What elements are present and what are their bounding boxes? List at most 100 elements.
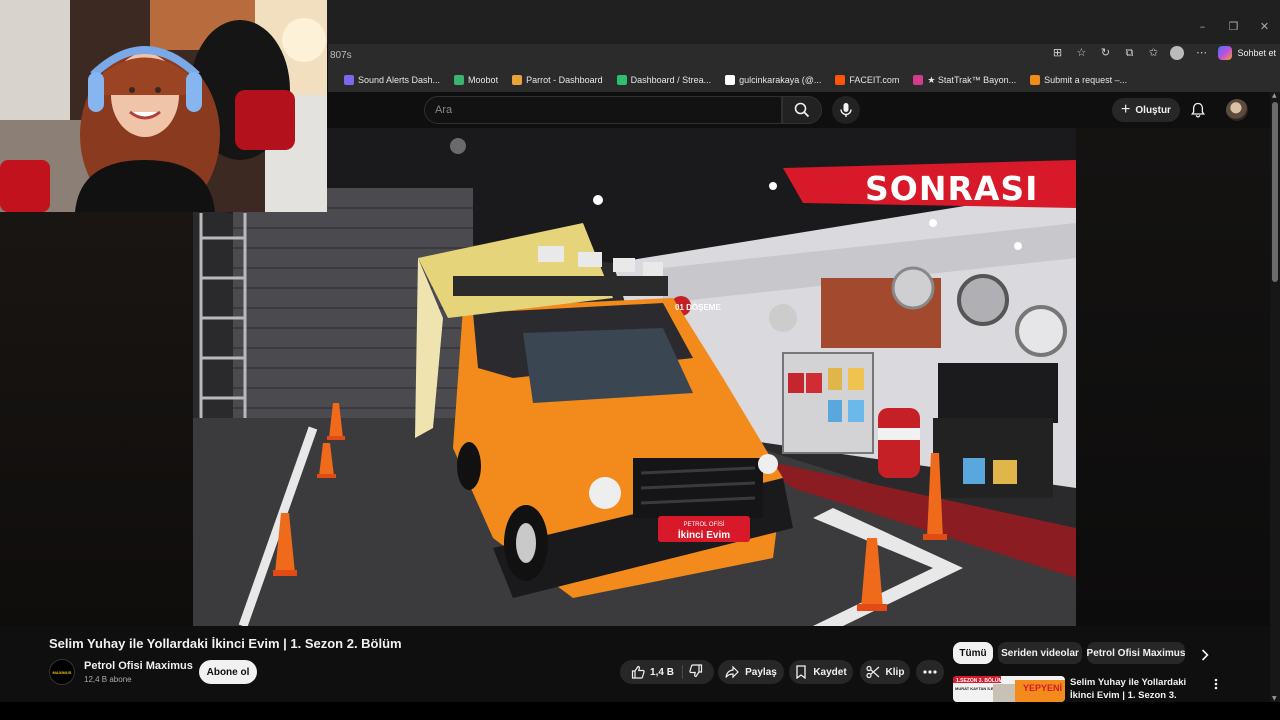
restore-button[interactable]: ❐ xyxy=(1218,20,1249,33)
screen: – ❐ ✕ 807s ⊞ ☆ ↻ ⧉ ✩ ⋯ Sohbet et Sound A… xyxy=(0,0,1280,720)
channel-name[interactable]: Petrol Ofisi Maximus xyxy=(84,660,193,672)
bookmark-label: ★ StatTrak™ Bayon... xyxy=(927,74,1017,85)
address-bar: 807s ⊞ ☆ ↻ ⧉ ✩ ⋯ Sohbet et xyxy=(328,44,1280,68)
like-count: 1,4 B xyxy=(650,666,674,678)
scrollbar-thumb[interactable] xyxy=(1272,102,1278,282)
copilot-button[interactable]: Sohbet et xyxy=(1218,46,1276,60)
create-button[interactable]: + Oluştur xyxy=(1112,98,1180,122)
chevron-right-icon xyxy=(1201,649,1209,661)
thumb-big-text: YEPYENİ xyxy=(1023,683,1062,693)
more-actions-button[interactable] xyxy=(916,660,944,684)
bookmark-favicon xyxy=(512,75,523,85)
share-label: Paylaş xyxy=(745,666,777,678)
share-button[interactable]: Paylaş xyxy=(718,660,784,684)
bookmark-moobot[interactable]: Moobot xyxy=(454,75,498,85)
bookmark-parrot[interactable]: Parrot - Dashboard xyxy=(512,75,603,85)
bookmark-favicon xyxy=(616,75,627,85)
chip-series-videos[interactable]: Seriden videolar xyxy=(998,642,1082,664)
bell-icon xyxy=(1191,102,1205,118)
copilot-icon xyxy=(1218,46,1233,60)
bookmark-favicon xyxy=(454,75,465,85)
plate-text: İkinci Evim xyxy=(678,528,730,541)
more-menu-icon[interactable]: ⋯ xyxy=(1194,46,1208,60)
dislike-button[interactable] xyxy=(689,663,703,681)
url-text[interactable]: 807s xyxy=(330,50,352,61)
subscriber-count: 12,4 B abone xyxy=(84,675,132,684)
thumbs-up-icon xyxy=(631,665,645,679)
bottom-letterbox xyxy=(0,702,1280,720)
chip-channel[interactable]: Petrol Ofisi Maximus xyxy=(1087,642,1185,664)
browser-profile-avatar[interactable] xyxy=(1170,46,1185,60)
chip-all[interactable]: Tümü xyxy=(953,642,993,664)
bookmark-favicon xyxy=(344,75,354,85)
like-button[interactable]: 1,4 B xyxy=(631,665,683,679)
bookmark-favicon xyxy=(835,75,846,85)
clip-label: Klip xyxy=(885,666,905,678)
chips-next-button[interactable] xyxy=(1198,646,1212,664)
like-dislike-group: 1,4 B xyxy=(620,660,714,684)
save-button[interactable]: Kaydet xyxy=(789,660,853,684)
bookmark-favicon xyxy=(725,75,736,85)
split-screen-icon[interactable]: ⊞ xyxy=(1050,46,1064,60)
player-ambient-right xyxy=(1076,128,1270,626)
plate-small-text: PETROL OFİSİ xyxy=(683,521,724,528)
channel-avatar-text: MAXIMUS xyxy=(52,669,72,675)
video-title: Selim Yuhay ile Yollardaki İkinci Evim |… xyxy=(49,636,402,651)
search-button[interactable] xyxy=(782,96,822,124)
favorites-icon[interactable]: ✩ xyxy=(1146,46,1160,60)
bookmark-label: FACEIT.com xyxy=(849,75,900,85)
bookmark-label: Moobot xyxy=(468,75,499,85)
webcam-feed xyxy=(0,0,327,212)
channel-avatar[interactable]: MAXIMUS xyxy=(49,659,75,685)
bookmark-submit-request[interactable]: Submit a request –... xyxy=(1030,75,1127,85)
search-input[interactable]: Ara xyxy=(424,96,782,124)
scroll-down-arrow-icon[interactable]: ▼ xyxy=(1272,695,1277,702)
thumb-badge-text: 1.SEZON 3. BÖLÜM xyxy=(956,677,1003,684)
thumbs-down-icon xyxy=(689,663,703,677)
clip-button[interactable]: Klip xyxy=(860,660,910,684)
close-button[interactable]: ✕ xyxy=(1249,20,1280,33)
favorite-star-icon[interactable]: ☆ xyxy=(1074,46,1088,60)
shop-sign-text: 01 DÖŞEME xyxy=(675,303,721,312)
recommendation-thumbnail[interactable]: 1.SEZON 3. BÖLÜM MURAT KAYTAN İLE ADETA … xyxy=(953,676,1065,702)
bookmark-dashboard-stream[interactable]: Dashboard / Strea... xyxy=(616,75,712,85)
minimize-button[interactable]: – xyxy=(1187,20,1218,33)
more-horizontal-icon xyxy=(923,670,937,674)
bookmark-label: Parrot - Dashboard xyxy=(526,75,603,85)
bookmark-label: Sound Alerts Dash... xyxy=(358,75,441,85)
bookmark-favicon xyxy=(1030,75,1041,85)
bookmark-tiktok[interactable]: gulcinkarakaya (@... xyxy=(725,75,821,85)
bookmark-icon xyxy=(796,665,806,679)
subscribe-button[interactable]: Abone ol xyxy=(199,660,257,684)
bookmark-label: Submit a request –... xyxy=(1044,75,1128,85)
more-vertical-icon xyxy=(1214,678,1218,690)
address-bar-icons: ⊞ ☆ ↻ ⧉ ✩ ⋯ Sohbet et xyxy=(1050,46,1276,60)
bookmark-label: Dashboard / Strea... xyxy=(630,75,712,85)
microphone-icon xyxy=(840,103,852,117)
bookmark-favicon xyxy=(913,75,924,85)
search-placeholder: Ara xyxy=(435,104,453,116)
page-scrollbar[interactable]: ▲ ▼ xyxy=(1270,92,1280,702)
bookmark-faceit[interactable]: FACEIT.com xyxy=(835,75,899,85)
plus-icon: + xyxy=(1121,101,1131,118)
bookmark-sound-alerts[interactable]: Sound Alerts Dash... xyxy=(344,75,440,85)
extensions-icon[interactable]: ⧉ xyxy=(1122,46,1136,60)
recommendation-thumbnail-image: 1.SEZON 3. BÖLÜM MURAT KAYTAN İLE ADETA … xyxy=(953,676,1065,702)
bookmarks-bar: Sound Alerts Dash... Moobot Parrot - Das… xyxy=(328,68,1280,92)
next-episode-overlay-text: SONRASI xyxy=(865,169,1039,208)
notifications-button[interactable] xyxy=(1188,100,1208,120)
copilot-label: Sohbet et xyxy=(1237,48,1276,58)
recommendation-menu-button[interactable] xyxy=(1210,677,1222,691)
account-avatar[interactable] xyxy=(1226,99,1248,121)
webcam-overlay xyxy=(0,0,327,212)
scissors-icon xyxy=(865,665,879,679)
create-label: Oluştur xyxy=(1135,104,1171,116)
bookmark-stattrak[interactable]: ★ StatTrak™ Bayon... xyxy=(913,75,1016,86)
refresh-icon[interactable]: ↻ xyxy=(1098,46,1112,60)
scroll-up-arrow-icon[interactable]: ▲ xyxy=(1272,92,1277,99)
save-label: Kaydet xyxy=(813,666,847,678)
window-controls: – ❐ ✕ xyxy=(1187,20,1280,33)
voice-search-button[interactable] xyxy=(832,96,860,124)
youtube-header: Ara + Oluştur xyxy=(328,92,1270,128)
bookmark-label: gulcinkarakaya (@... xyxy=(739,75,822,85)
